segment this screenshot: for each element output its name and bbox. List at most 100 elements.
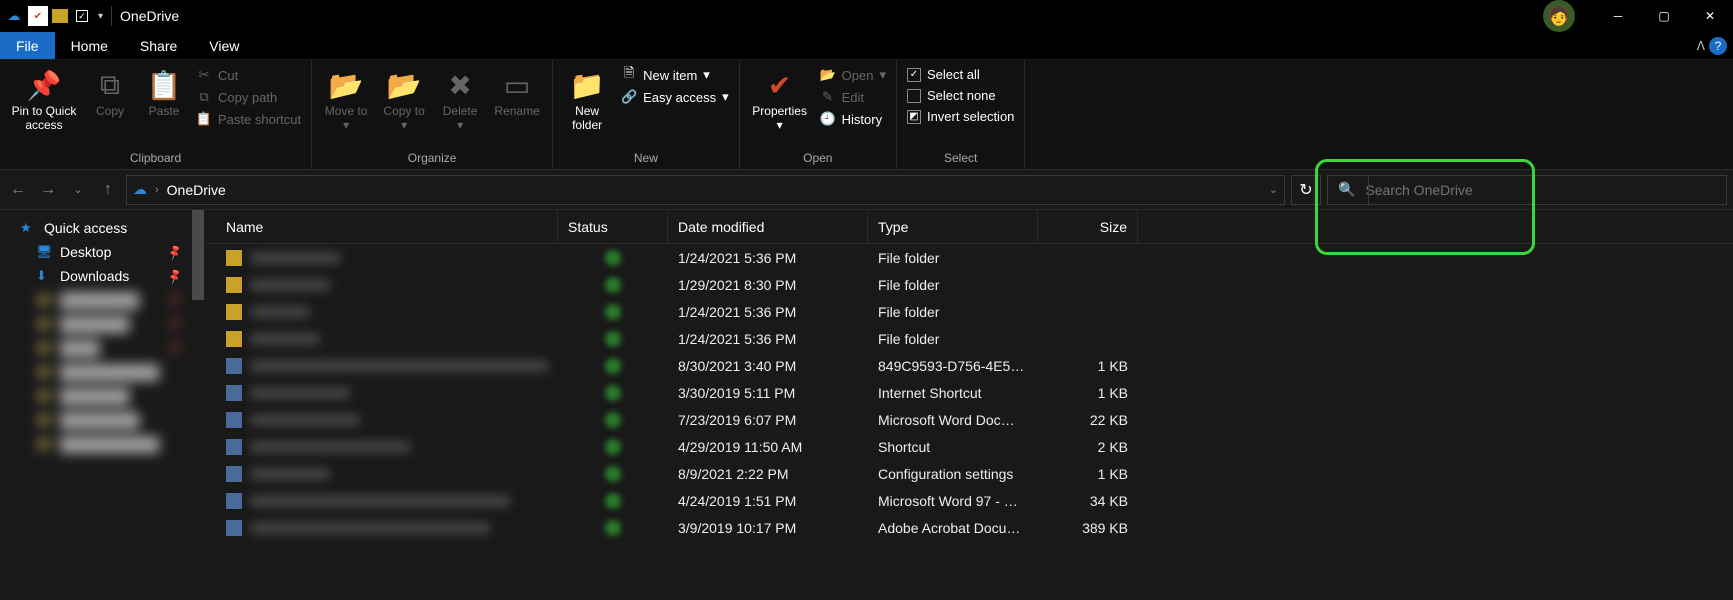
maximize-button[interactable]: ▢ xyxy=(1641,0,1687,32)
onedrive-icon: ☁ xyxy=(4,6,24,26)
properties-button[interactable]: ✔ Properties▾ xyxy=(748,66,812,135)
desktop-label: Desktop xyxy=(60,244,111,260)
paste-shortcut-button[interactable]: 📋Paste shortcut xyxy=(194,110,303,128)
navigation-pane[interactable]: ★ Quick access 🖥 Desktop 📌 ⬇ Downloads 📌… xyxy=(0,210,190,600)
history-button[interactable]: 🕘History xyxy=(818,110,888,128)
tab-share[interactable]: Share xyxy=(124,32,193,59)
group-new: 📁 New folder 🗎New item ▾ 🔗Easy access ▾ … xyxy=(553,60,740,169)
table-row[interactable]: 1/24/2021 5:36 PMFile folder xyxy=(206,244,1733,271)
copy-path-button[interactable]: ⧉Copy path xyxy=(194,88,303,106)
content-area: ★ Quick access 🖥 Desktop 📌 ⬇ Downloads 📌… xyxy=(0,210,1733,600)
paste-label: Paste xyxy=(149,104,180,118)
search-box[interactable]: 🔍 xyxy=(1327,175,1727,205)
task-icon[interactable]: ✔ xyxy=(28,6,48,26)
address-dropdown-icon[interactable]: ⌄ xyxy=(1269,183,1278,196)
sidebar-desktop[interactable]: 🖥 Desktop 📌 xyxy=(0,240,190,264)
table-row[interactable]: 4/29/2019 11:50 AMShortcut2 KB xyxy=(206,433,1733,460)
table-row[interactable]: 7/23/2019 6:07 PMMicrosoft Word Doc…22 K… xyxy=(206,406,1733,433)
breadcrumb-location[interactable]: OneDrive xyxy=(167,182,226,198)
sidebar-scrollbar[interactable] xyxy=(190,210,206,600)
scrollbar-thumb[interactable] xyxy=(192,210,204,300)
collapse-ribbon-icon[interactable]: ᐱ xyxy=(1697,39,1705,53)
forward-button[interactable]: → xyxy=(36,178,60,202)
status-icon xyxy=(605,466,621,482)
open-button[interactable]: 📂Open ▾ xyxy=(818,66,888,84)
edit-button[interactable]: ✎Edit xyxy=(818,88,888,106)
new-item-button[interactable]: 🗎New item ▾ xyxy=(619,66,731,84)
table-row[interactable]: 1/24/2021 5:36 PMFile folder xyxy=(206,325,1733,352)
recent-dropdown[interactable]: ⌄ xyxy=(66,178,90,202)
easy-access-button[interactable]: 🔗Easy access ▾ xyxy=(619,88,731,106)
help-icon[interactable]: ? xyxy=(1709,37,1727,55)
back-button[interactable]: ← xyxy=(6,178,30,202)
delete-button[interactable]: ✖ Delete▾ xyxy=(436,66,484,135)
tab-file[interactable]: File xyxy=(0,32,55,59)
sidebar-downloads[interactable]: ⬇ Downloads 📌 xyxy=(0,264,190,288)
new-folder-button[interactable]: 📁 New folder xyxy=(561,66,613,135)
paste-button[interactable]: 📋 Paste xyxy=(140,66,188,120)
group-select-label: Select xyxy=(905,149,1016,169)
table-row[interactable]: 1/24/2021 5:36 PMFile folder xyxy=(206,298,1733,325)
group-clipboard-label: Clipboard xyxy=(8,149,303,169)
minimize-button[interactable]: ─ xyxy=(1595,0,1641,32)
checkbox-icon[interactable]: ✓ xyxy=(72,6,92,26)
refresh-button[interactable]: ↻ xyxy=(1291,175,1321,205)
table-row[interactable]: 4/24/2019 1:51 PMMicrosoft Word 97 - …34… xyxy=(206,487,1733,514)
file-size: 1 KB xyxy=(1038,385,1138,401)
chevron-down-icon: ▾ xyxy=(879,67,886,83)
folder-icon[interactable] xyxy=(52,9,68,23)
edit-label: Edit xyxy=(842,90,864,105)
group-select: ✓Select all Select none ◩Invert selectio… xyxy=(897,60,1025,169)
file-name-blurred xyxy=(250,468,330,480)
file-size: 2 KB xyxy=(1038,439,1138,455)
file-date: 1/24/2021 5:36 PM xyxy=(668,250,868,266)
chevron-down-icon: ▾ xyxy=(343,118,349,132)
chevron-down-icon: ▾ xyxy=(401,118,407,132)
file-type: Internet Shortcut xyxy=(868,385,1038,401)
group-new-label: New xyxy=(561,149,731,169)
pin-icon: 📌 xyxy=(166,243,184,261)
column-status[interactable]: Status xyxy=(558,210,668,243)
table-row[interactable]: 3/9/2019 10:17 PMAdobe Acrobat Docu…389 … xyxy=(206,514,1733,541)
tab-home[interactable]: Home xyxy=(55,32,124,59)
table-row[interactable]: 8/30/2021 3:40 PM849C9593-D756-4E5…1 KB xyxy=(206,352,1733,379)
up-button[interactable]: ↑ xyxy=(96,178,120,202)
select-none-button[interactable]: Select none xyxy=(905,87,1016,104)
tab-view[interactable]: View xyxy=(193,32,255,59)
cut-button[interactable]: ✂Cut xyxy=(194,66,303,84)
file-type: Microsoft Word 97 - … xyxy=(868,493,1038,509)
qat-dropdown-icon[interactable]: ▾ xyxy=(98,11,103,22)
invert-icon: ◩ xyxy=(907,110,921,124)
rename-button[interactable]: ▭ Rename xyxy=(490,66,544,120)
paste-icon: 📋 xyxy=(147,68,181,102)
close-button[interactable]: ✕ xyxy=(1687,0,1733,32)
user-avatar[interactable]: 🧑 xyxy=(1543,0,1575,32)
column-type[interactable]: Type xyxy=(868,210,1038,243)
status-icon xyxy=(605,493,621,509)
search-input[interactable] xyxy=(1365,182,1716,198)
easy-access-icon: 🔗 xyxy=(621,89,637,105)
copy-button[interactable]: ⧉ Copy xyxy=(86,66,134,120)
copy-to-button[interactable]: 📂 Copy to ▾ xyxy=(378,66,430,135)
address-bar[interactable]: ☁ › OneDrive ⌄ xyxy=(126,175,1285,205)
pin-quick-access-button[interactable]: 📌 Pin to Quick access xyxy=(8,66,80,135)
table-row[interactable]: 1/29/2021 8:30 PMFile folder xyxy=(206,271,1733,298)
window-title: OneDrive xyxy=(120,8,179,24)
file-name-blurred xyxy=(250,306,310,318)
chevron-down-icon: ▾ xyxy=(703,67,710,83)
invert-selection-button[interactable]: ◩Invert selection xyxy=(905,108,1016,125)
table-row[interactable]: 8/9/2021 2:22 PMConfiguration settings1 … xyxy=(206,460,1733,487)
move-to-button[interactable]: 📂 Move to ▾ xyxy=(320,66,372,135)
file-type: Microsoft Word Doc… xyxy=(868,412,1038,428)
sidebar-quick-access[interactable]: ★ Quick access xyxy=(0,216,190,240)
file-name-blurred xyxy=(250,522,490,534)
select-all-label: Select all xyxy=(927,67,980,82)
table-row[interactable]: 3/30/2019 5:11 PMInternet Shortcut1 KB xyxy=(206,379,1733,406)
column-size[interactable]: Size xyxy=(1038,210,1138,243)
file-icon xyxy=(226,331,242,347)
status-icon xyxy=(605,520,621,536)
quick-access-label: Quick access xyxy=(44,220,127,236)
column-name[interactable]: Name xyxy=(206,210,558,243)
column-date[interactable]: Date modified xyxy=(668,210,868,243)
select-all-button[interactable]: ✓Select all xyxy=(905,66,1016,83)
